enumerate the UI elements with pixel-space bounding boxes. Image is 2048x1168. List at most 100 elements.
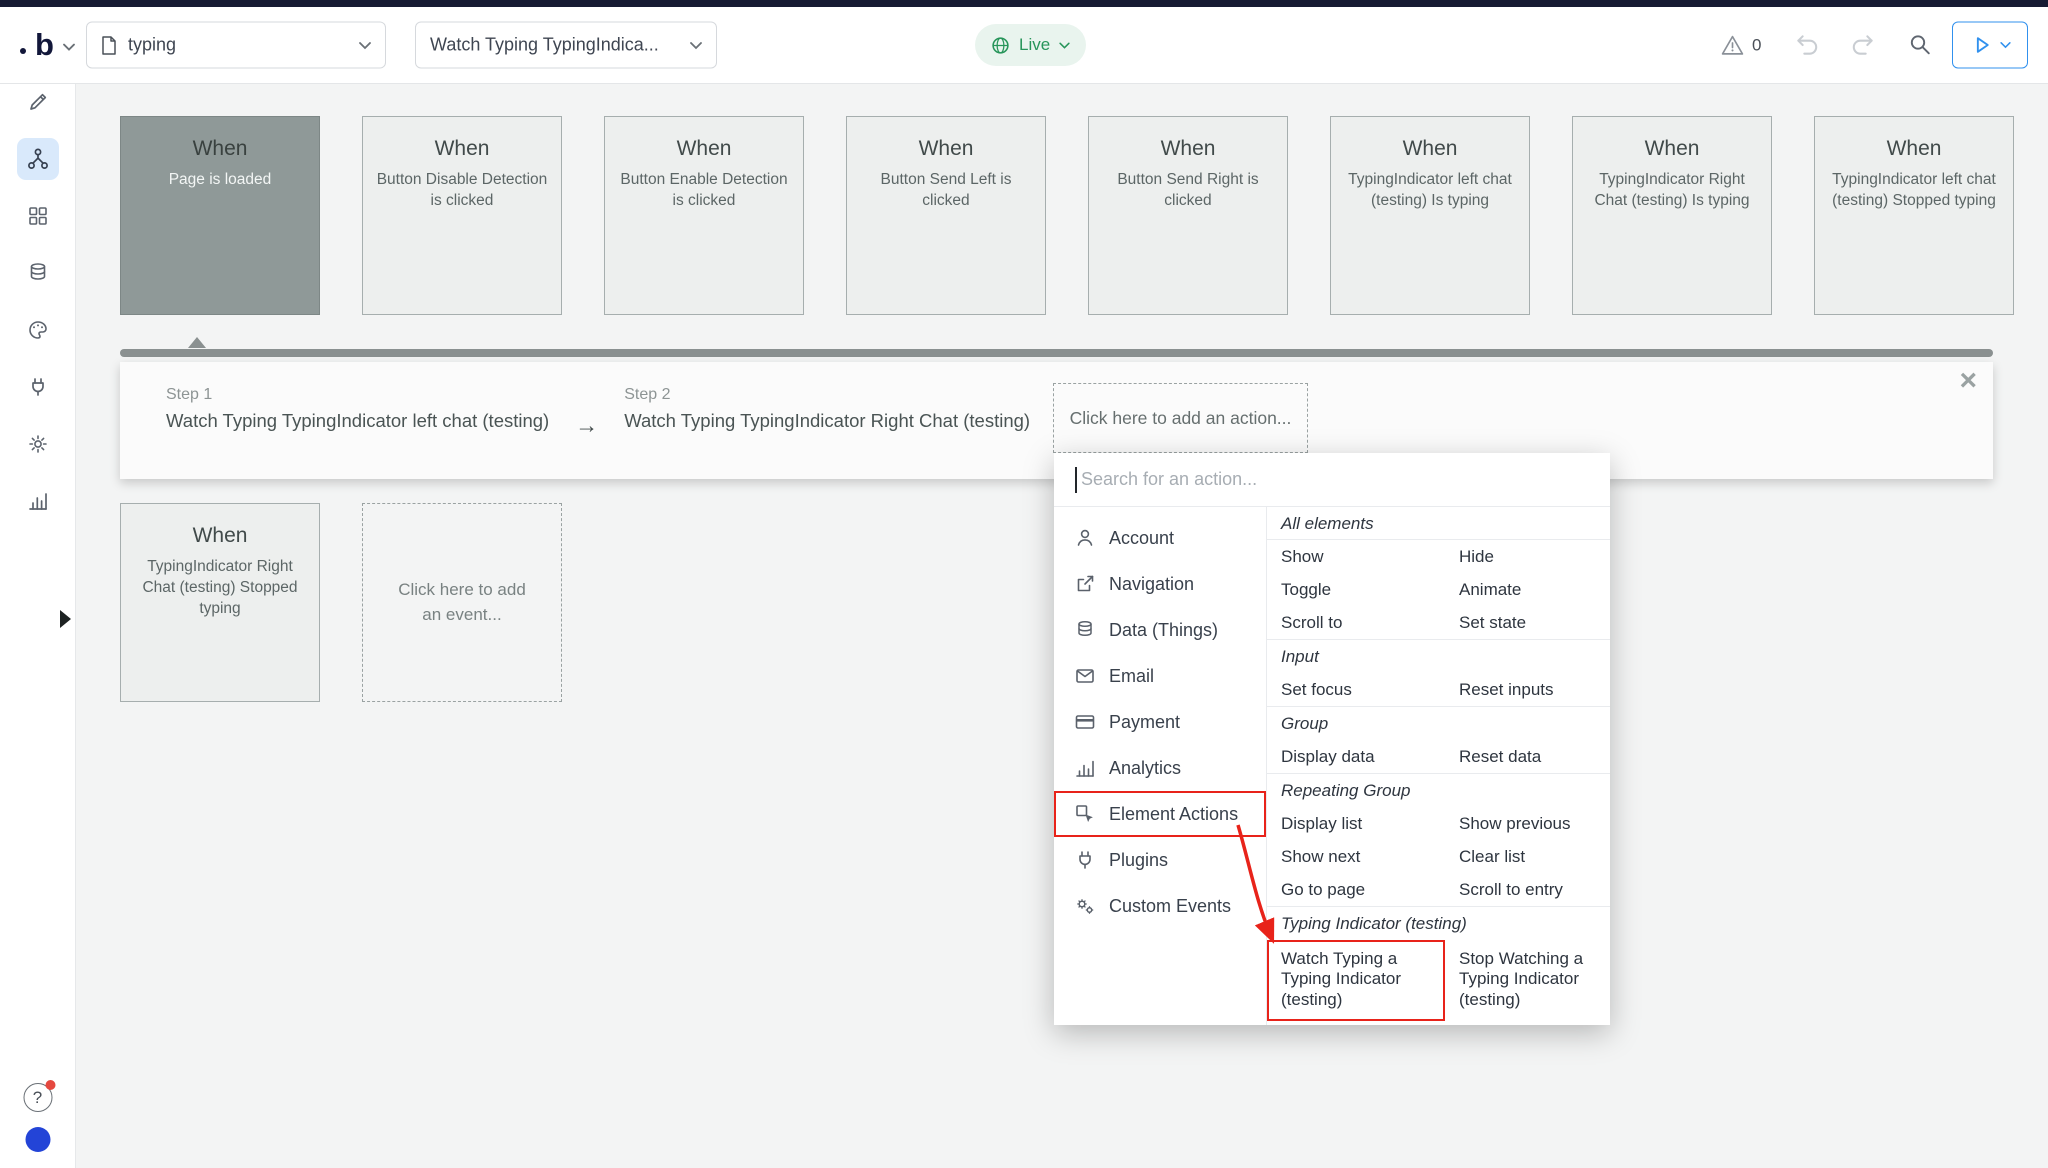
action-item[interactable]: Reset data [1445,740,1610,773]
add-action-button[interactable]: Click here to add an action... [1053,383,1308,453]
step-arrow-icon: → [575,414,598,479]
workflow-nodes-icon [26,147,50,171]
step-2[interactable]: Step 2 Watch Typing TypingIndicator Righ… [624,386,1030,479]
environment-toggle[interactable]: Live [975,24,1086,66]
category-email[interactable]: Email [1054,653,1266,699]
redo-button[interactable] [1850,33,1876,57]
action-item[interactable]: Toggle [1267,573,1445,606]
action-item[interactable]: Set state [1445,606,1610,639]
event-card[interactable]: When TypingIndicator Right Chat (testing… [1572,116,1772,315]
event-cards-row: When Page is loaded When Button Disable … [120,116,2014,315]
event-card[interactable]: When Button Send Right is clicked [1088,116,1288,315]
action-item[interactable]: Display list [1267,807,1445,840]
event-card[interactable]: When TypingIndicator left chat (testing)… [1814,116,2014,315]
action-item[interactable]: Animate [1445,573,1610,606]
action-item[interactable]: Scroll to [1267,606,1445,639]
status-indicator[interactable] [25,1127,50,1152]
page-selector-dropdown[interactable]: typing [86,22,386,69]
category-label: Account [1109,528,1174,549]
sidebar-item-design[interactable] [17,81,59,123]
action-item[interactable]: Go to page [1267,873,1445,906]
action-item-stop-watching[interactable]: Stop Watching a Typing Indicator (testin… [1445,940,1610,1021]
add-action-label: Click here to add an action... [1070,408,1292,429]
action-item[interactable]: Clear list [1445,840,1610,873]
bar-chart-icon [26,489,50,513]
action-categories: Account Navigation Data (Things) Email P… [1054,507,1266,1025]
bubble-logo-menu[interactable]: b [20,31,75,59]
topbar: b typing Watch Typing TypingIndica... Li… [0,7,2048,84]
event-card[interactable]: When Button Disable Detection is clicked [362,116,562,315]
action-item[interactable]: Show previous [1445,807,1610,840]
search-button[interactable] [1908,33,1933,58]
action-item[interactable]: Display data [1267,740,1445,773]
action-item[interactable]: Show next [1267,840,1445,873]
action-search-input[interactable] [1054,453,1610,506]
event-card[interactable]: When Button Enable Detection is clicked [604,116,804,315]
workflow-selector-value: Watch Typing TypingIndica... [430,35,659,56]
gear-icon [26,432,50,456]
redo-icon [1850,33,1876,57]
sidebar-item-logs[interactable] [17,480,59,522]
sidebar-item-settings[interactable] [17,423,59,465]
sidebar-item-workflow[interactable] [17,138,59,180]
event-card[interactable]: When Page is loaded [120,116,320,315]
category-element-actions[interactable]: Element Actions [1054,791,1266,837]
action-item[interactable]: Scroll to entry [1445,873,1610,906]
category-navigation[interactable]: Navigation [1054,561,1266,607]
action-item-watch-typing[interactable]: Watch Typing a Typing Indicator (testing… [1267,940,1445,1021]
workflow-selector-dropdown[interactable]: Watch Typing TypingIndica... [415,22,717,69]
event-card[interactable]: When TypingIndicator Right Chat (testing… [120,503,320,702]
horizontal-scrollbar[interactable] [120,349,1993,357]
event-when-label: When [133,137,307,161]
category-label: Custom Events [1109,896,1231,917]
category-payment[interactable]: Payment [1054,699,1266,745]
globe-icon [991,36,1010,55]
category-analytics[interactable]: Analytics [1054,745,1266,791]
step-1[interactable]: Step 1 Watch Typing TypingIndicator left… [166,386,549,479]
submenu-section-input: Input Set focus Reset inputs [1267,639,1610,706]
window-top-strip [0,0,2048,7]
undo-button[interactable] [1794,33,1820,57]
category-data-things[interactable]: Data (Things) [1054,607,1266,653]
category-label: Payment [1109,712,1180,733]
action-item[interactable]: Hide [1445,540,1610,573]
event-card[interactable]: When TypingIndicator left chat (testing)… [1330,116,1530,315]
submenu-section-all-elements: All elements Show Hide Toggle Animate Sc… [1267,507,1610,639]
share-icon [1074,573,1096,595]
event-when-label: When [1585,137,1759,161]
submenu-section-typing-indicator: Typing Indicator (testing) Watch Typing … [1267,906,1610,1021]
credit-card-icon [1074,711,1096,733]
help-button[interactable]: ? [23,1083,52,1112]
sidebar-item-data[interactable] [17,252,59,294]
preview-run-button[interactable] [1952,22,2028,69]
environment-label: Live [1019,35,1050,55]
category-label: Email [1109,666,1154,687]
category-label: Analytics [1109,758,1181,779]
category-account[interactable]: Account [1054,515,1266,561]
sidebar-item-plugins[interactable] [17,366,59,408]
category-plugins[interactable]: Plugins [1054,837,1266,883]
category-label: Plugins [1109,850,1168,871]
event-when-label: When [375,137,549,161]
close-icon[interactable]: × [1959,366,1977,396]
page-icon [101,35,117,55]
event-when-label: When [1101,137,1275,161]
action-item[interactable]: Show [1267,540,1445,573]
action-item[interactable]: Set focus [1267,673,1445,706]
chevron-down-icon [690,41,702,49]
category-label: Navigation [1109,574,1194,595]
action-search-box[interactable] [1054,453,1610,507]
event-card[interactable]: When Button Send Left is clicked [846,116,1046,315]
sidebar-item-components[interactable] [17,195,59,237]
submenu-header: Group [1267,707,1610,740]
event-when-label: When [1827,137,2001,161]
action-item[interactable]: Reset inputs [1445,673,1610,706]
category-custom-events[interactable]: Custom Events [1054,883,1266,929]
sidebar-item-styles[interactable] [17,309,59,351]
database-icon [26,261,50,285]
panel-collapse-handle-icon[interactable] [60,610,71,628]
notification-dot [45,1080,55,1090]
add-event-button[interactable]: Click here to add an event... [362,503,562,702]
scrollbar-caret-icon [188,337,206,348]
issues-indicator[interactable]: 0 [1721,35,1761,56]
